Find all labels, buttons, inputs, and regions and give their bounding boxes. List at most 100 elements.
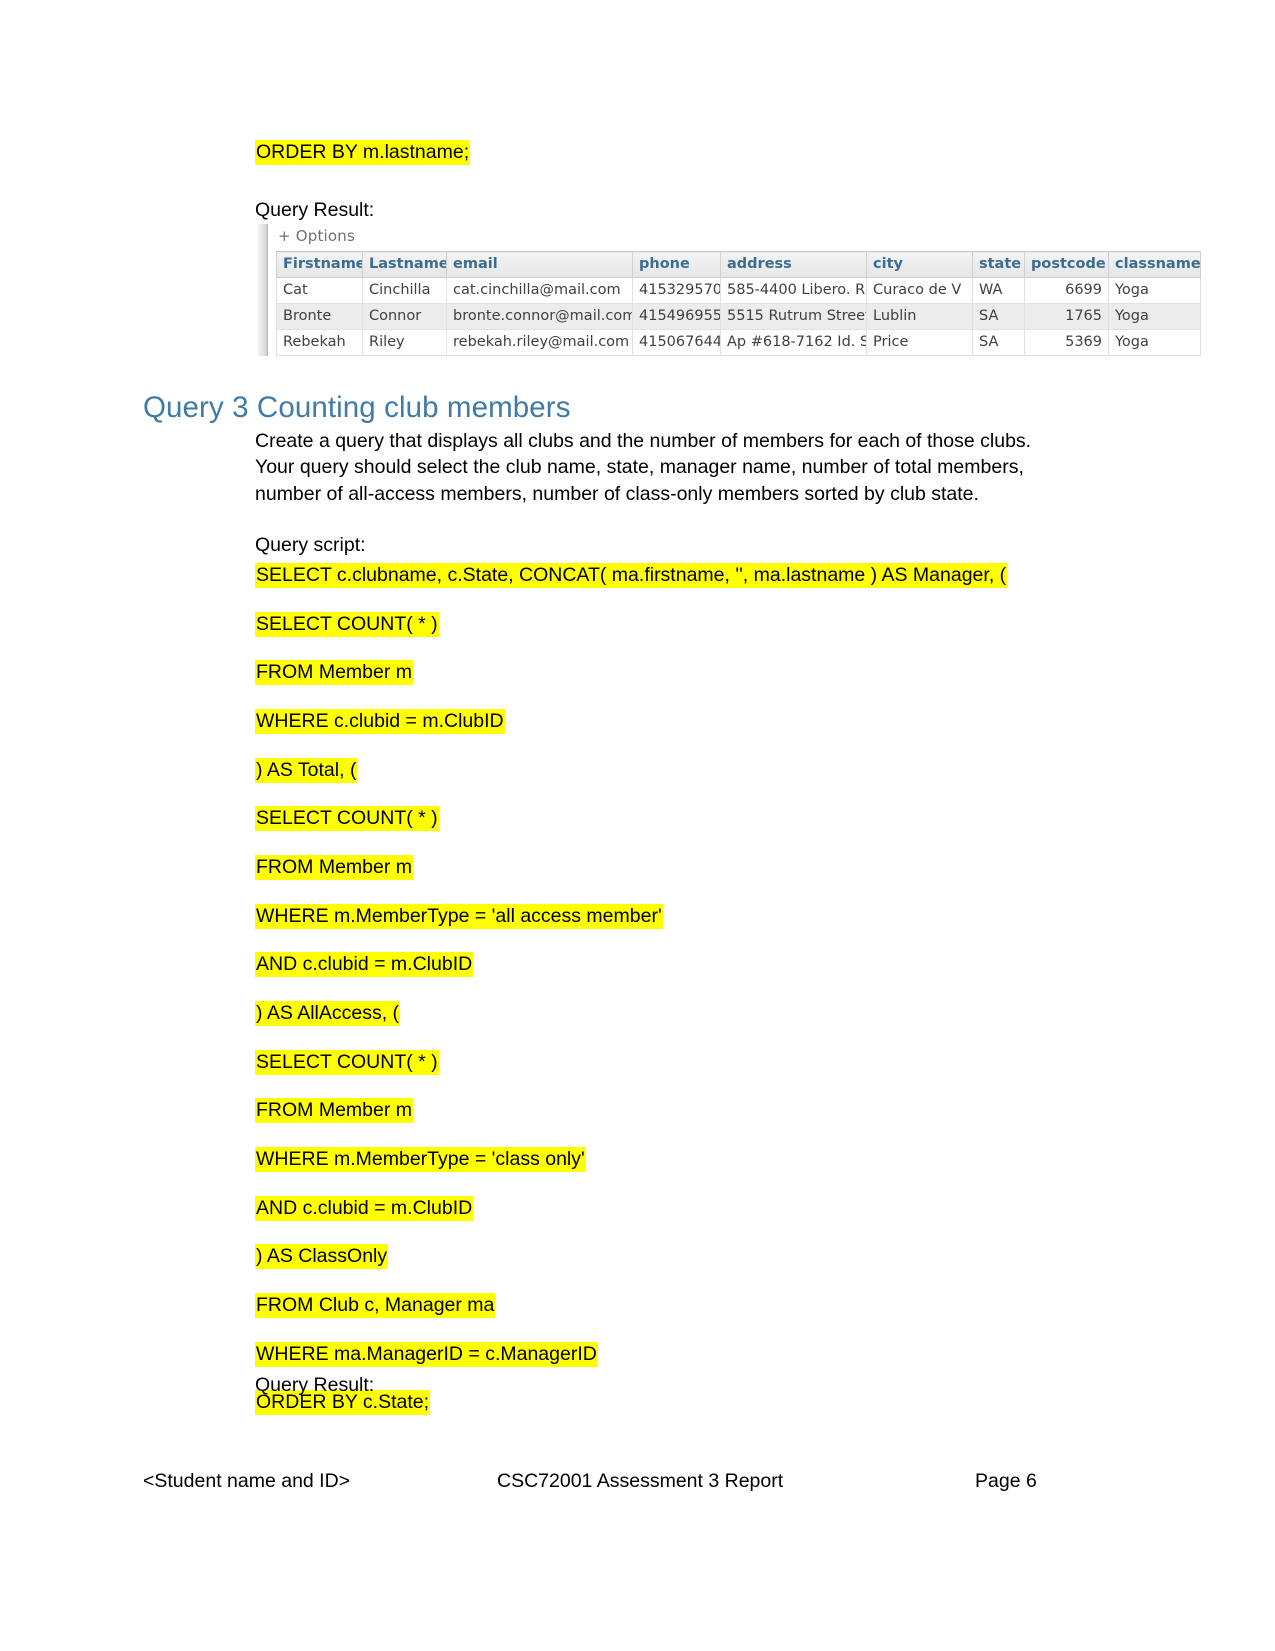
sql-line: ) AS ClassOnly bbox=[255, 1244, 1007, 1270]
query-description-paragraph: Create a query that displays all clubs a… bbox=[255, 428, 1031, 507]
sql-line-text: FROM Member m bbox=[255, 660, 413, 686]
column-header-email[interactable]: email bbox=[446, 251, 633, 278]
sql-line: ) AS Total, ( bbox=[255, 757, 1007, 783]
column-header-classname[interactable]: classname bbox=[1108, 251, 1201, 278]
cell-address: 585-4400 Libero. Rd. bbox=[720, 277, 867, 304]
sql-line: SELECT COUNT( * ) bbox=[255, 806, 1007, 832]
sql-line-text: AND c.clubid = m.ClubID bbox=[255, 1195, 474, 1221]
cell-state: SA bbox=[972, 303, 1025, 330]
cell-lastname: Riley bbox=[362, 329, 447, 356]
description-line: number of all-access members, number of … bbox=[255, 482, 979, 505]
options-toggle[interactable]: + Options bbox=[276, 224, 1201, 251]
sql-line: ORDER BY m.lastname; bbox=[255, 140, 471, 165]
sql-line-text: SELECT COUNT( * ) bbox=[255, 611, 439, 637]
cell-phone: 415329570 bbox=[632, 277, 721, 304]
footer-page-number: Page 6 bbox=[975, 1470, 1037, 1492]
options-label: + Options bbox=[278, 227, 356, 245]
sql-line: AND c.clubid = m.ClubID bbox=[255, 952, 1007, 978]
sql-line: WHERE m.MemberType = 'all access member' bbox=[255, 903, 1007, 929]
query-result-label-2: Query Result: bbox=[255, 1373, 374, 1399]
sql-line-text: FROM Club c, Manager ma bbox=[255, 1293, 496, 1319]
sql-line: FROM Member m bbox=[255, 660, 1007, 686]
sql-line: FROM Member m bbox=[255, 855, 1007, 881]
column-header-firstname[interactable]: Firstname bbox=[276, 251, 363, 278]
sql-line: WHERE ma.ManagerID = c.ManagerID bbox=[255, 1341, 1007, 1367]
table-header-row: Firstname Lastname email phone address c… bbox=[276, 251, 1201, 278]
document-page: ORDER BY m.lastname; Query Result: + Opt… bbox=[0, 0, 1275, 1651]
cell-state: SA bbox=[972, 329, 1025, 356]
sql-line: ) AS AllAccess, ( bbox=[255, 1001, 1007, 1027]
column-header-postcode[interactable]: postcode bbox=[1024, 251, 1109, 278]
sql-line: WHERE m.MemberType = 'class only' bbox=[255, 1147, 1007, 1173]
table-row: Bronte Connor bronte.connor@mail.com 415… bbox=[276, 303, 1201, 330]
footer-inner: <Student name and ID> CSC72001 Assessmen… bbox=[0, 1470, 1275, 1496]
query-result-label-text: Query Result: bbox=[255, 1374, 375, 1396]
sql-line-text: SELECT COUNT( * ) bbox=[255, 806, 439, 832]
cell-postcode: 6699 bbox=[1024, 277, 1109, 304]
description-line: Your query should select the club name, … bbox=[255, 456, 1024, 479]
column-header-state[interactable]: state bbox=[972, 251, 1025, 278]
sql-line-text: WHERE m.MemberType = 'all access member' bbox=[255, 903, 663, 929]
cell-city: Lublin bbox=[866, 303, 973, 330]
sql-line: FROM Club c, Manager ma bbox=[255, 1293, 1007, 1319]
page-title: Query 3 Counting club members bbox=[143, 391, 571, 424]
cell-postcode: 1765 bbox=[1024, 303, 1109, 330]
page-footer: <Student name and ID> CSC72001 Assessmen… bbox=[0, 1470, 1275, 1496]
sql-line-text: ) AS ClassOnly bbox=[255, 1244, 389, 1270]
sql-line-text: WHERE ma.ManagerID = c.ManagerID bbox=[255, 1341, 598, 1367]
sql-line: SELECT COUNT( * ) bbox=[255, 611, 1007, 637]
cell-classname: Yoga bbox=[1108, 303, 1201, 330]
sql-line-text: WHERE m.MemberType = 'class only' bbox=[255, 1147, 586, 1173]
sql-line-text: ) AS Total, ( bbox=[255, 757, 358, 783]
query-result-table-1: + Options Firstname Lastname email phone bbox=[258, 224, 1201, 356]
rail-gap bbox=[268, 224, 276, 356]
column-header-phone[interactable]: phone bbox=[632, 251, 721, 278]
footer-report-title: CSC72001 Assessment 3 Report bbox=[497, 1470, 784, 1492]
cell-lastname: Cinchilla bbox=[362, 277, 447, 304]
sql-line: SELECT COUNT( * ) bbox=[255, 1049, 1007, 1075]
cell-city: Curaco de V bbox=[866, 277, 973, 304]
cell-city: Price bbox=[866, 329, 973, 356]
query-result-label-text: Query Result: bbox=[255, 199, 375, 221]
cell-lastname: Connor bbox=[362, 303, 447, 330]
cell-address: 5515 Rutrum Street bbox=[720, 303, 867, 330]
footer-student-name: <Student name and ID> bbox=[143, 1470, 351, 1492]
sql-line-text: SELECT c.clubname, c.State, CONCAT( ma.f… bbox=[255, 563, 1008, 588]
cell-firstname: Bronte bbox=[276, 303, 363, 330]
sql-line-text: AND c.clubid = m.ClubID bbox=[255, 952, 474, 978]
sql-line-order-by: ORDER BY m.lastname; bbox=[255, 140, 471, 189]
query-script-label-text: Query script: bbox=[255, 534, 366, 556]
query-description: Create a query that displays all clubs a… bbox=[255, 428, 1031, 507]
cell-state: WA bbox=[972, 277, 1025, 304]
sql-line-text: WHERE c.clubid = m.ClubID bbox=[255, 709, 505, 735]
results-grid: Firstname Lastname email phone address c… bbox=[276, 251, 1201, 356]
cell-classname: Yoga bbox=[1108, 329, 1201, 356]
cell-email: rebekah.riley@mail.com bbox=[446, 329, 633, 356]
cell-postcode: 5369 bbox=[1024, 329, 1109, 356]
sql-line-text: ) AS AllAccess, ( bbox=[255, 1001, 401, 1027]
cell-firstname: Cat bbox=[276, 277, 363, 304]
sql-script-block: SELECT c.clubname, c.State, CONCAT( ma.f… bbox=[255, 563, 1008, 1439]
sql-line: AND c.clubid = m.ClubID bbox=[255, 1195, 1007, 1221]
cell-email: cat.cinchilla@mail.com bbox=[446, 277, 633, 304]
column-header-address[interactable]: address bbox=[720, 251, 867, 278]
cell-phone: 415496955 bbox=[632, 303, 721, 330]
sql-line-text: FROM Member m bbox=[255, 855, 413, 881]
sql-line-text: ORDER BY m.lastname; bbox=[255, 140, 471, 165]
cell-firstname: Rebekah bbox=[276, 329, 363, 356]
table-row: Rebekah Riley rebekah.riley@mail.com 415… bbox=[276, 329, 1201, 356]
column-header-lastname[interactable]: Lastname bbox=[362, 251, 447, 278]
column-header-city[interactable]: city bbox=[866, 251, 973, 278]
cell-phone: 415067644 bbox=[632, 329, 721, 356]
cell-classname: Yoga bbox=[1108, 277, 1201, 304]
sql-line-text: SELECT COUNT( * ) bbox=[255, 1049, 439, 1075]
sql-line: WHERE c.clubid = m.ClubID bbox=[255, 709, 1007, 735]
sql-line: SELECT c.clubname, c.State, CONCAT( ma.f… bbox=[255, 563, 1008, 588]
cell-email: bronte.connor@mail.com bbox=[446, 303, 633, 330]
query-script-label: Query script: bbox=[255, 533, 366, 559]
sql-line: FROM Member m bbox=[255, 1098, 1007, 1124]
cell-address: Ap #618-7162 Id. St. bbox=[720, 329, 867, 356]
description-line: Create a query that displays all clubs a… bbox=[255, 430, 1032, 452]
table-row: Cat Cinchilla cat.cinchilla@mail.com 415… bbox=[276, 277, 1201, 304]
scrollbar-rail[interactable] bbox=[258, 224, 268, 356]
